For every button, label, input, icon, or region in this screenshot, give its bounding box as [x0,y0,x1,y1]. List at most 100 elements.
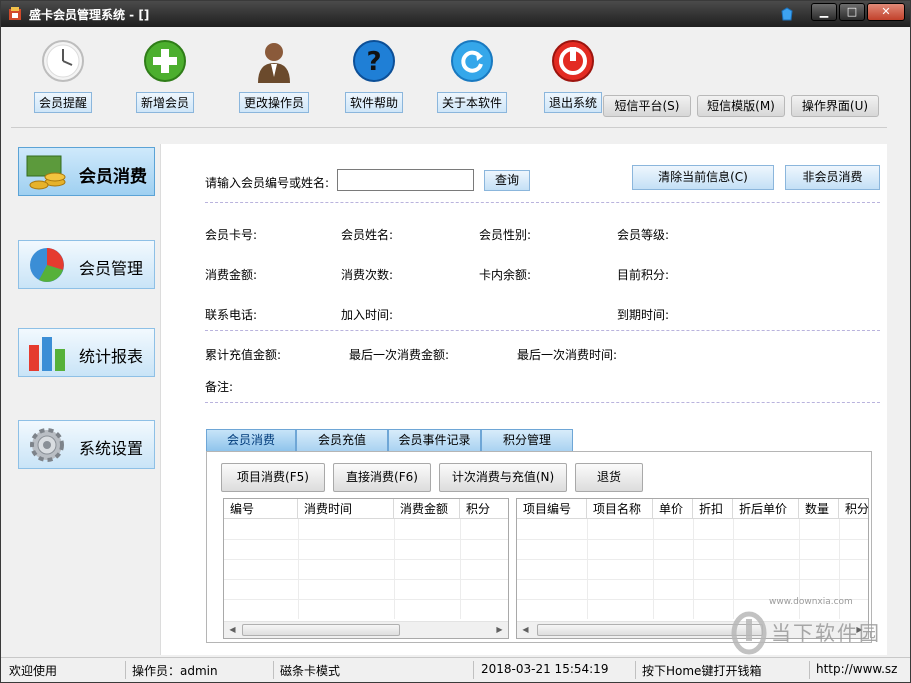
change-operator-button[interactable]: 更改操作员 [236,39,312,113]
sidebar-item-label: 会员消费 [79,167,147,187]
about-button[interactable]: 关于本软件 [434,39,510,113]
status-mode: 磁条卡模式 [280,664,341,678]
title-bar: 盛卡会员管理系统 - [] ▁ □ ✕ [1,1,910,27]
column-header[interactable]: 消费金额 [394,499,460,519]
status-hint: 按下Home键打开钱箱 [642,664,762,678]
status-separator [809,661,810,679]
count-consume-recharge-button[interactable]: 计次消费与充值(N) [439,463,567,492]
maximize-button[interactable]: □ [839,3,865,21]
grid-line [517,559,868,560]
column-header[interactable]: 折扣 [693,499,733,519]
reminder-button[interactable]: 会员提醒 [25,39,101,113]
add-member-button[interactable]: 新增会员 [127,39,203,113]
close-button[interactable]: ✕ [867,3,905,21]
sidebar: 会员消费 会员管理 统计报表 系统设置 [1,129,161,655]
reminder-label: 会员提醒 [33,92,92,113]
status-url[interactable]: http://www.sz [816,662,908,676]
divider [205,330,880,331]
non-member-button[interactable]: 非会员消费 [785,165,880,190]
column-header[interactable]: 数量 [799,499,839,519]
column-header[interactable]: 折后单价 [733,499,799,519]
bar-chart-icon [29,337,65,371]
skin-icon[interactable] [779,6,795,22]
current-points-label: 目前积分: [617,268,670,282]
horizontal-scrollbar[interactable]: ◀ ▶ [224,621,508,638]
grid-line [517,539,868,540]
sidebar-item-member-manage[interactable]: 会员管理 [18,240,155,289]
app-logo-icon [9,7,21,20]
help-label: 软件帮助 [344,92,403,113]
scroll-thumb[interactable] [242,624,400,636]
clock-icon [42,40,84,82]
sms-platform-button[interactable]: 短信平台(S) [603,95,691,117]
help-icon: ? [353,40,395,82]
scroll-right-arrow-icon[interactable]: ▶ [491,622,508,638]
grid-line [224,599,508,600]
divider [205,202,880,203]
help-button[interactable]: ? 软件帮助 [336,39,412,113]
grid-line [517,579,868,580]
spend-count-label: 消费次数: [341,268,394,282]
scroll-left-arrow-icon[interactable]: ◀ [517,622,534,638]
sidebar-item-reports[interactable]: 统计报表 [18,328,155,377]
return-goods-button[interactable]: 退货 [575,463,643,492]
column-header[interactable]: 项目编号 [517,499,587,519]
app-window: 盛卡会员管理系统 - [] ▁ □ ✕ 会员提醒 新增会员 更改操作员 ? 软件… [0,0,911,683]
grid-line [693,519,694,619]
pie-chart-icon [30,248,64,282]
tab-member-consume[interactable]: 会员消费 [206,429,296,451]
grid-line [298,519,299,619]
sidebar-item-label: 系统设置 [79,439,144,458]
sidebar-item-label: 统计报表 [79,347,144,366]
grid-line [460,519,461,619]
clear-info-button[interactable]: 清除当前信息(C) [632,165,774,190]
remark-label: 备注: [205,380,234,394]
card-balance-label: 卡内余额: [479,268,532,282]
member-level-label: 会员等级: [617,228,670,242]
status-operator: 操作员：admin [132,664,218,678]
scroll-left-arrow-icon[interactable]: ◀ [224,622,241,638]
last-spend-amount-label: 最后一次消费金额: [349,348,450,362]
watermark-logo-icon [731,611,767,655]
column-header[interactable]: 积分 [460,499,508,519]
status-separator [473,661,474,679]
exit-label: 退出系统 [543,92,602,113]
consume-records-grid[interactable]: 编号 消费时间 消费金额 积分 ◀ ▶ [223,498,509,639]
add-icon [144,40,186,82]
sidebar-item-settings[interactable]: 系统设置 [18,420,155,469]
column-header[interactable]: 单价 [653,499,693,519]
grid-header: 项目编号 项目名称 单价 折扣 折后单价 数量 积分 [517,499,868,519]
tab-member-events[interactable]: 会员事件记录 [388,429,481,451]
tab-member-recharge[interactable]: 会员充值 [296,429,388,451]
status-datetime: 2018-03-21 15:54:19 [481,662,609,676]
grid-header: 编号 消费时间 消费金额 积分 [224,499,508,519]
sidebar-item-label: 会员管理 [79,259,144,278]
expire-time-label: 到期时间: [617,308,670,322]
ui-settings-button[interactable]: 操作界面(U) [791,95,879,117]
add-member-label: 新增会员 [135,92,194,113]
item-consume-button[interactable]: 项目消费(F5) [221,463,325,492]
grid-line [733,519,734,619]
sms-template-button[interactable]: 短信模版(M) [697,95,785,117]
query-button[interactable]: 查询 [484,170,530,191]
sidebar-item-member-consume[interactable]: 会员消费 [18,147,155,196]
column-header[interactable]: 项目名称 [587,499,653,519]
refresh-icon [451,40,493,82]
direct-consume-button[interactable]: 直接消费(F6) [333,463,431,492]
member-consume-panel: 请输入会员编号或姓名: 查询 清除当前信息(C) 非会员消费 会员卡号: 会员姓… [160,144,887,655]
power-icon [552,40,594,82]
watermark: www.downxia.com 当下软件园 [727,597,907,655]
status-bar: 欢迎使用 操作员：admin 磁条卡模式 2018-03-21 15:54:19… [1,657,910,682]
about-label: 关于本软件 [436,92,507,113]
search-input[interactable] [337,169,474,191]
card-number-label: 会员卡号: [205,228,258,242]
search-prompt: 请输入会员编号或姓名: [205,176,330,190]
exit-button[interactable]: 退出系统 [535,39,611,113]
column-header[interactable]: 编号 [224,499,298,519]
column-header[interactable]: 积分 [839,499,868,519]
phone-label: 联系电话: [205,308,258,322]
column-header[interactable]: 消费时间 [298,499,394,519]
minimize-button[interactable]: ▁ [811,3,837,21]
last-spend-time-label: 最后一次消费时间: [517,348,618,362]
tab-points-manage[interactable]: 积分管理 [481,429,573,451]
